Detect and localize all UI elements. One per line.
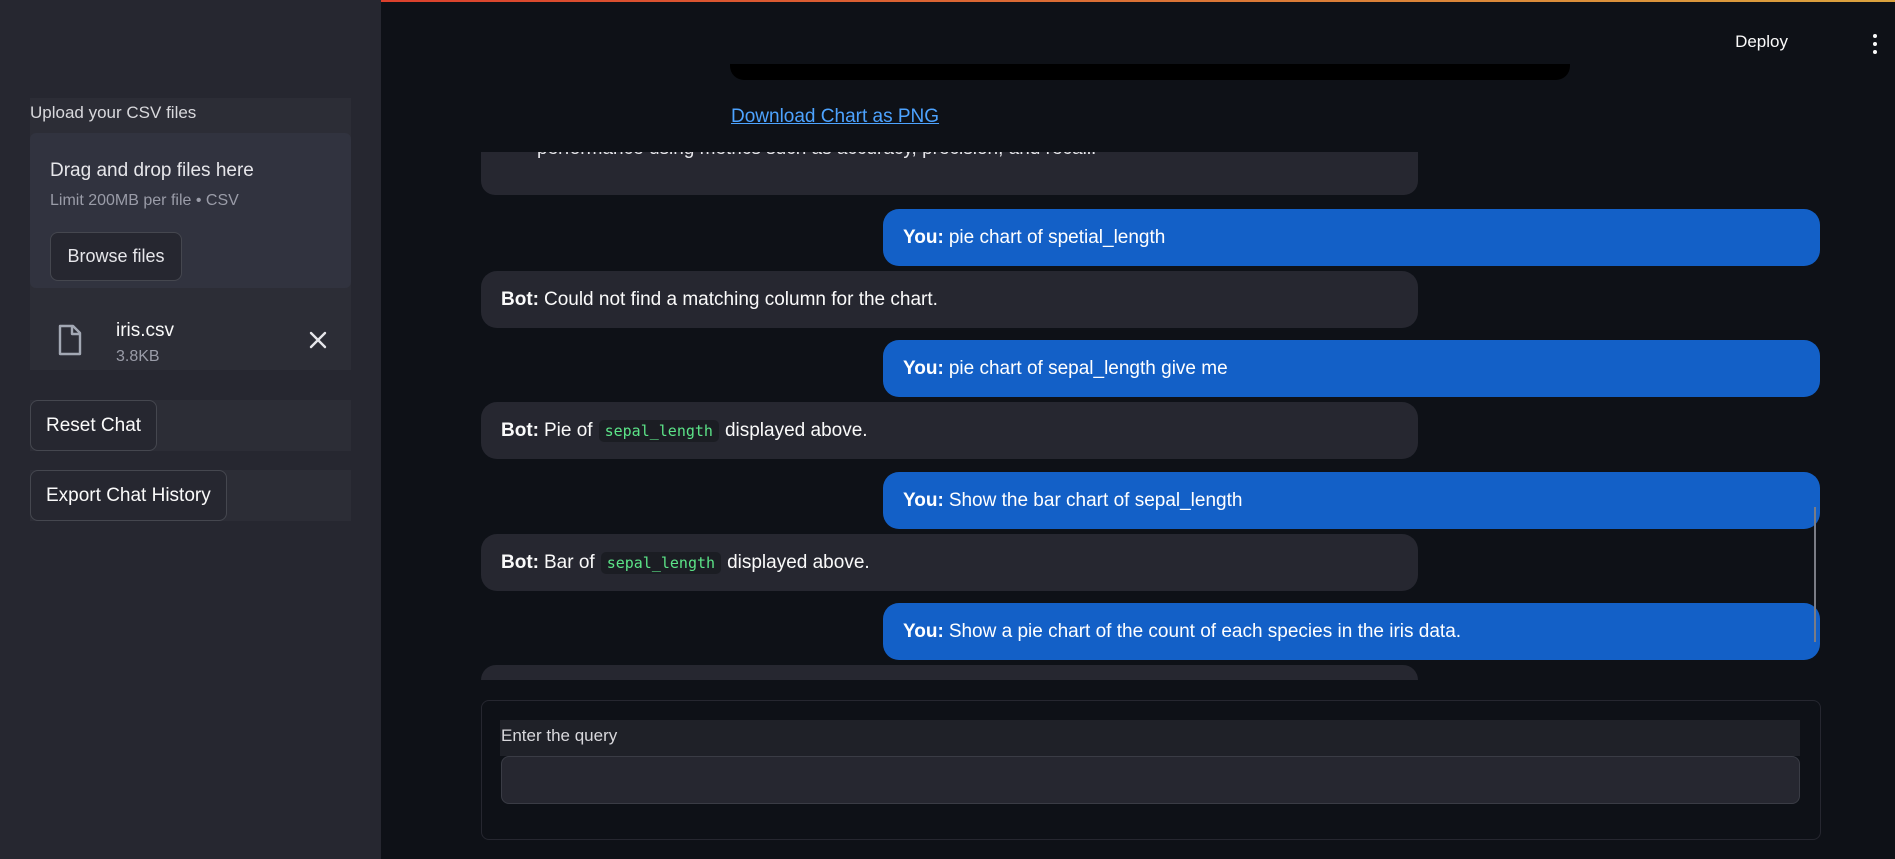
chat-scrollbar[interactable] [1814, 507, 1816, 642]
kebab-menu-icon[interactable] [1868, 34, 1882, 56]
close-icon[interactable] [308, 330, 328, 350]
message-text: displayed above. [727, 551, 870, 573]
bot-message: Bot: Could not find a matching column fo… [481, 271, 1418, 328]
inline-code: sepal_length [598, 419, 719, 442]
download-chart-link[interactable]: Download Chart as PNG [731, 106, 939, 128]
message-text: Show the bar chart of sepal_length [948, 489, 1243, 511]
app-header: Deploy [381, 2, 1895, 73]
export-chat-history-button[interactable]: Export Chat History [30, 470, 227, 521]
user-message: You: pie chart of spetial_length [883, 209, 1820, 266]
inline-code: sepal_length [600, 551, 722, 574]
user-message: You: Show a pie chart of the count of ea… [883, 603, 1820, 660]
message-text: pie chart of spetial_length [948, 226, 1166, 248]
bot-message-partial [481, 665, 1418, 680]
dropzone[interactable]: Drag and drop files here Limit 200MB per… [30, 133, 351, 288]
file-size: 3.8KB [116, 348, 160, 365]
query-label: Enter the query [501, 726, 618, 745]
message-text: pie chart of sepal_length give me [948, 357, 1228, 379]
message-text: Bar of [543, 551, 595, 573]
message-text: displayed above. [724, 419, 868, 441]
query-input[interactable] [501, 756, 1800, 804]
message-text: Show a pie chart of the count of each sp… [948, 620, 1462, 642]
export-chat-row: Export Chat History [30, 470, 351, 521]
message-role: Bot: [501, 551, 539, 573]
bot-message-text: performance using metrics such as accura… [537, 152, 1096, 160]
message-role: You: [903, 489, 944, 511]
message-role: You: [903, 620, 944, 642]
query-label-background [500, 720, 1800, 756]
message-role: You: [903, 226, 944, 248]
message-text: Pie of [543, 419, 593, 441]
bot-message: Bot: Bar of sepal_length displayed above… [481, 534, 1418, 591]
bot-message-partial: performance using metrics such as accura… [481, 152, 1418, 195]
bot-message: Bot: Pie of sepal_length displayed above… [481, 402, 1418, 459]
dropzone-limit: Limit 200MB per file • CSV [50, 192, 239, 209]
file-icon [58, 324, 82, 356]
message-role: You: [903, 357, 944, 379]
user-message: You: pie chart of sepal_length give me [883, 340, 1820, 397]
upload-label: Upload your CSV files [30, 103, 197, 122]
dropzone-title: Drag and drop files here [50, 160, 254, 181]
file-name: iris.csv [116, 320, 175, 341]
sidebar: Upload your CSV files Drag and drop file… [0, 0, 381, 859]
chart-container [730, 64, 1570, 80]
user-message: You: Show the bar chart of sepal_length [883, 472, 1820, 529]
deploy-button[interactable]: Deploy [1735, 32, 1788, 52]
message-role: Bot: [501, 288, 539, 310]
message-text: Could not find a matching column for the… [543, 288, 938, 310]
browse-files-button[interactable]: Browse files [50, 232, 182, 281]
message-role: Bot: [501, 419, 539, 441]
uploaded-file-row: iris.csv 3.8KB [30, 300, 351, 370]
reset-chat-row: Reset Chat [30, 400, 351, 451]
reset-chat-button[interactable]: Reset Chat [30, 400, 158, 451]
